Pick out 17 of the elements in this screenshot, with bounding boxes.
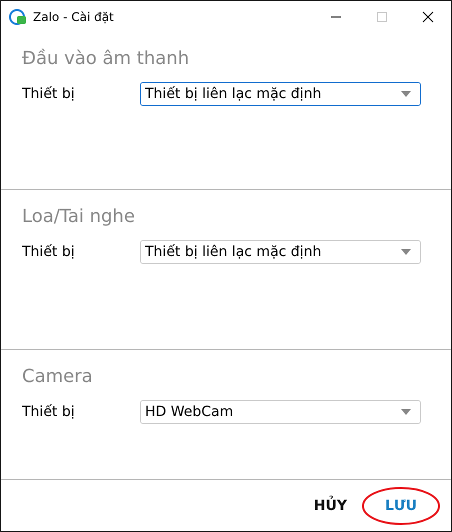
device-dropdown[interactable]: HD WebCam xyxy=(140,400,421,424)
field-label: Thiết bị xyxy=(22,86,76,102)
field-label: Thiết bị xyxy=(22,244,76,260)
maximize-icon xyxy=(376,10,388,22)
device-dropdown[interactable]: Thiết bị liên lạc mặc định xyxy=(140,240,421,264)
section-title: Loa/Tai nghe xyxy=(22,206,136,228)
section-title: Đầu vào âm thanh xyxy=(22,48,190,70)
dropdown-caret-icon xyxy=(401,91,411,97)
dropdown-caret-icon xyxy=(401,249,411,255)
close-icon xyxy=(422,10,434,22)
cancel-button[interactable]: HỦY xyxy=(310,494,351,518)
app-logo-icon xyxy=(9,8,27,26)
field-label: Thiết bị xyxy=(22,404,76,420)
window-title: Zalo - Cài đặt xyxy=(33,10,114,24)
section-title: Camera xyxy=(22,366,94,388)
dropdown-caret-icon xyxy=(401,409,411,415)
device-dropdown[interactable]: Thiết bị liên lạc mặc định xyxy=(140,82,421,106)
